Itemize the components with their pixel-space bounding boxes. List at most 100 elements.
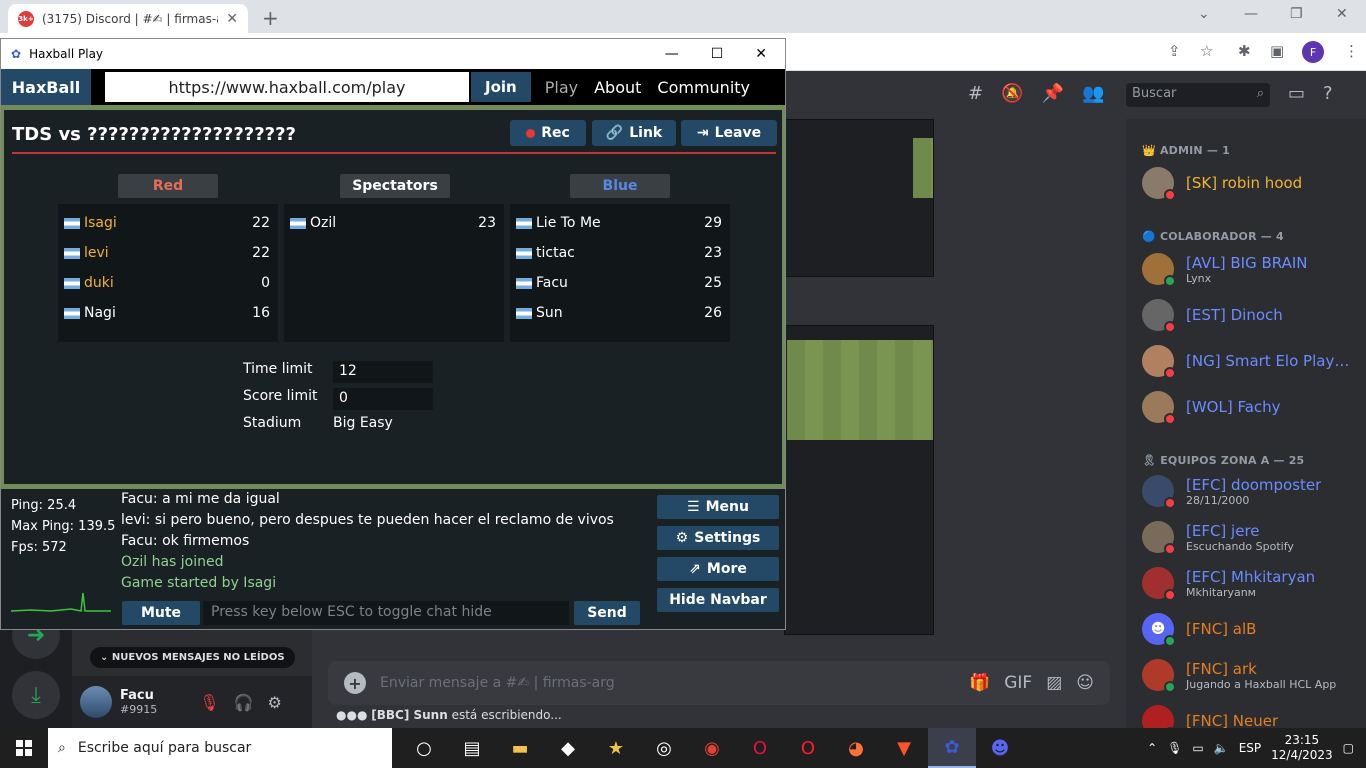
member-list-icon[interactable]: 👥	[1082, 83, 1104, 104]
threads-icon[interactable]: #	[968, 83, 983, 104]
share-icon[interactable]: ⇪	[1168, 42, 1181, 60]
opera-gx-icon[interactable]: O	[736, 728, 784, 768]
haxball-logo[interactable]: HaxBall	[1, 69, 91, 105]
player-row[interactable]: Lie To Me 29	[510, 208, 730, 238]
chrome-icon[interactable]: ◉	[688, 728, 736, 768]
stadium-value[interactable]: Big Easy	[333, 415, 393, 431]
bookmark-star-icon[interactable]: ☆	[1200, 42, 1213, 60]
sticker-icon[interactable]: ▨	[1046, 673, 1062, 693]
avatar[interactable]	[80, 686, 112, 718]
gift-icon[interactable]: 🎁	[969, 673, 990, 693]
room-url-input[interactable]: https://www.haxball.com/play	[105, 72, 469, 102]
upload-plus-icon[interactable]: +	[344, 672, 366, 694]
close-icon[interactable]: ✕	[755, 46, 767, 62]
leave-button[interactable]: ⇥ Leave	[681, 120, 777, 146]
drive-icon[interactable]: ◆	[544, 728, 592, 768]
player-row[interactable]: Nagi 16	[58, 298, 278, 328]
notifications-icon[interactable]: ▢	[1343, 741, 1354, 755]
member-item[interactable]: [WOL] Fachy	[1142, 391, 1362, 425]
opera-icon[interactable]: O	[784, 728, 832, 768]
mute-button[interactable]: Mute	[122, 601, 200, 625]
member-item[interactable]: [SK] robin hood	[1142, 167, 1362, 201]
join-button[interactable]: Join	[471, 72, 531, 102]
inbox-icon[interactable]: ▭	[1288, 83, 1305, 104]
nav-about[interactable]: About	[594, 78, 641, 97]
player-row[interactable]: duki 0	[58, 268, 278, 298]
spectators-header[interactable]: Spectators	[340, 174, 450, 198]
member-item[interactable]: ☻ [FNC] alB	[1142, 613, 1362, 647]
tab-close-icon[interactable]: ✕	[226, 11, 238, 27]
gif-icon[interactable]: GIF	[1004, 673, 1032, 693]
start-button[interactable]	[0, 728, 48, 768]
mic-muted-icon[interactable]: 🎙	[199, 693, 219, 712]
maximize-icon[interactable]: ☐	[711, 46, 724, 62]
more-button[interactable]: ⇗ More	[657, 557, 779, 581]
tab-search-icon[interactable]: ⌄	[1198, 6, 1210, 22]
team-blue-header[interactable]: Blue	[570, 174, 670, 198]
member-item[interactable]: [EFC] Mhkitaryan Mkhitaryanᴍ	[1142, 567, 1362, 601]
discord-search[interactable]: Buscar ⌕	[1126, 83, 1270, 107]
message-composer[interactable]: + Enviar mensaje a #✍ | firmas-arg 🎁 GIF…	[328, 661, 1110, 705]
new-tab-button[interactable]: +	[262, 6, 279, 30]
member-item[interactable]: [FNC] ark Jugando a Haxball HCL App	[1142, 659, 1362, 693]
time-limit-field[interactable]: 12	[333, 361, 433, 383]
task-view-icon[interactable]: ○	[400, 728, 448, 768]
emoji-icon[interactable]: ☺	[1076, 673, 1094, 693]
brave-icon[interactable]: ▼	[880, 728, 928, 768]
volume-icon[interactable]: 🔈	[1214, 741, 1229, 755]
player-row[interactable]: Facu 25	[510, 268, 730, 298]
chat-image-attachment[interactable]	[784, 119, 934, 277]
microphone-icon[interactable]: 🎙	[1167, 741, 1182, 755]
minimize-icon[interactable]: —	[665, 46, 679, 62]
new-messages-pill[interactable]: ⌄ NUEVOS MENSAJES NO LEÍDOS	[90, 647, 295, 668]
kebab-menu-icon[interactable]: ⋮	[1344, 42, 1359, 60]
close-window-icon[interactable]: ✕	[1336, 6, 1348, 22]
rec-button[interactable]: Rec	[510, 120, 586, 146]
minimize-icon[interactable]: —	[1244, 6, 1258, 22]
pin-icon[interactable]: 📌	[1042, 83, 1064, 104]
taskbar-search[interactable]: ⌕ Escribe aquí para buscar	[48, 728, 392, 768]
player-row[interactable]: Ozil 23	[284, 208, 504, 238]
widgets-icon[interactable]: ▤	[448, 728, 496, 768]
message-input[interactable]: Enviar mensaje a #✍ | firmas-arg	[380, 675, 955, 691]
headphones-icon[interactable]: 🎧	[234, 693, 254, 712]
file-explorer-icon[interactable]: ▬	[496, 728, 544, 768]
clock[interactable]: 23:15 12/4/2023	[1271, 733, 1333, 763]
settings-button[interactable]: ⚙ Settings	[657, 526, 779, 550]
send-button[interactable]: Send	[574, 601, 640, 625]
profile-avatar[interactable]: F	[1302, 41, 1324, 63]
member-item[interactable]: [AVL] BIG BRAIN Lynx	[1142, 253, 1362, 287]
menu-button[interactable]: ☰ Menu	[657, 495, 779, 519]
obs-icon[interactable]: ◎	[640, 728, 688, 768]
chevron-up-icon[interactable]: ⌃	[1147, 741, 1157, 755]
download-apps-icon[interactable]: ⤓	[12, 671, 60, 719]
extensions-icon[interactable]: ✱	[1238, 42, 1251, 60]
team-red-header[interactable]: Red	[118, 174, 218, 198]
player-row[interactable]: Isagi 22	[58, 208, 278, 238]
game-star-icon[interactable]: ★	[592, 728, 640, 768]
player-row[interactable]: tictac 23	[510, 238, 730, 268]
gear-icon[interactable]: ⚙	[267, 693, 281, 712]
player-row[interactable]: levi 22	[58, 238, 278, 268]
member-item[interactable]: [EFC] jere Escuchando Spotify	[1142, 521, 1362, 555]
language-indicator[interactable]: ESP	[1239, 741, 1261, 755]
discord-icon[interactable]: ☻	[976, 728, 1024, 768]
browser-tab-discord[interactable]: 3k+ (3175) Discord | #✍ | firmas-arg ✕	[8, 4, 248, 33]
side-panel-icon[interactable]: ▣	[1270, 42, 1284, 60]
member-item[interactable]: [NG] Smart Elo Player...	[1142, 345, 1362, 379]
link-button[interactable]: 🔗 Link	[592, 120, 676, 146]
nav-community[interactable]: Community	[657, 78, 750, 97]
network-icon[interactable]: ▭	[1192, 741, 1203, 755]
help-icon[interactable]: ?	[1323, 83, 1333, 104]
chat-image-attachment[interactable]	[784, 325, 934, 635]
game-chat-input[interactable]: Press key below ESC to toggle chat hide	[203, 601, 569, 625]
member-item[interactable]: [EST] Dinoch	[1142, 299, 1362, 333]
member-item[interactable]: [EFC] doomposter 28/11/2000	[1142, 475, 1362, 509]
hide-navbar-button[interactable]: Hide Navbar	[657, 588, 779, 612]
firefox-icon[interactable]: ◕	[832, 728, 880, 768]
restore-icon[interactable]: ❐	[1290, 6, 1303, 22]
player-row[interactable]: Sun 26	[510, 298, 730, 328]
haxball-taskbar-icon[interactable]: ✿	[928, 728, 976, 768]
score-limit-field[interactable]: 0	[333, 388, 433, 410]
notifications-muted-icon[interactable]: 🔕	[1001, 83, 1023, 104]
